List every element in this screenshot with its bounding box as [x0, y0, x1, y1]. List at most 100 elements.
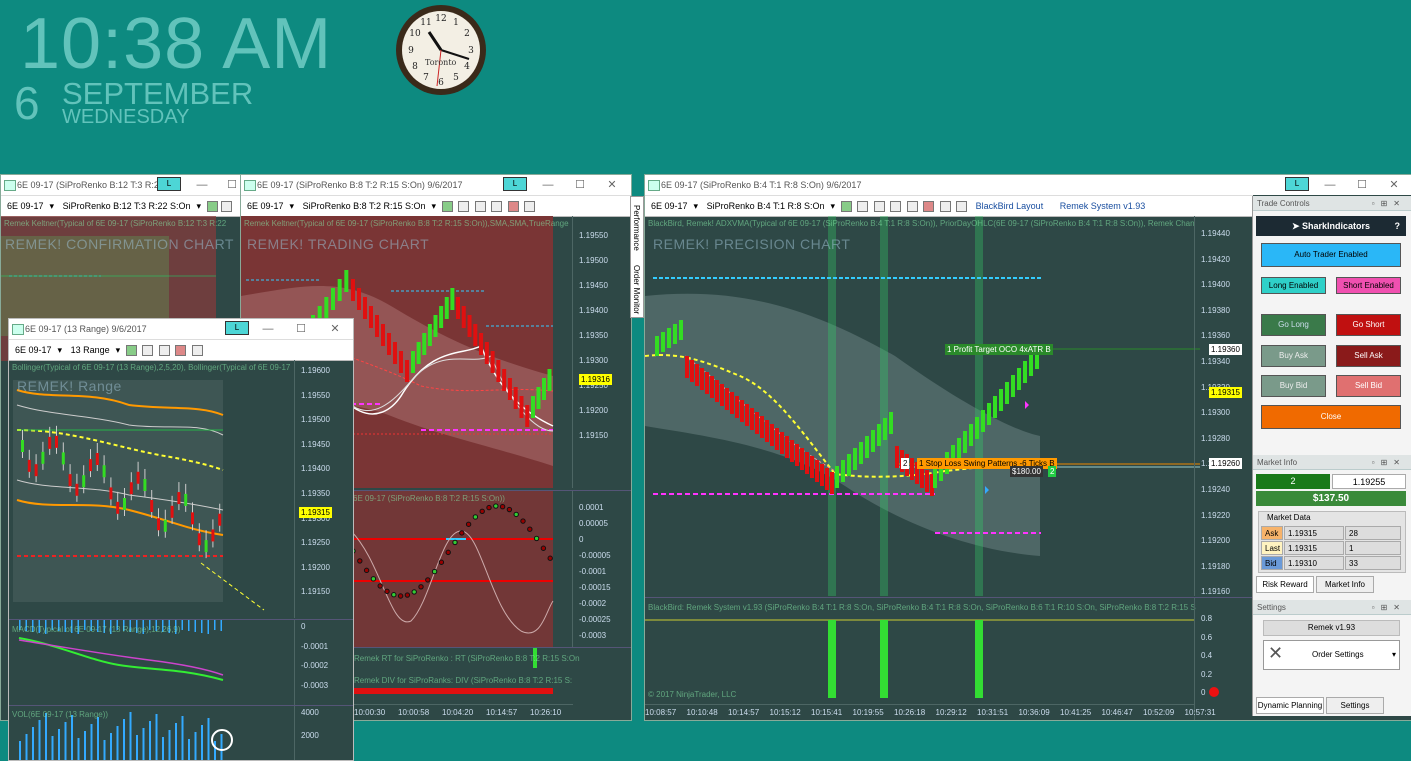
- layout-icon[interactable]: [956, 201, 968, 213]
- close-position-button[interactable]: Close: [1261, 405, 1401, 429]
- candle: [177, 492, 181, 505]
- zoom-icon[interactable]: [890, 201, 902, 213]
- title-bar[interactable]: 6E 09-17 (13 Range) 9/6/2017 L — ☐ ✕: [9, 319, 353, 339]
- bartype-selector[interactable]: SiProRenko B:8 T:2 R:15 S:On: [303, 201, 426, 211]
- properties-icon[interactable]: [191, 345, 203, 357]
- buy-ask-button[interactable]: Buy Ask: [1261, 345, 1326, 367]
- properties-icon[interactable]: [939, 201, 951, 213]
- data-box-icon[interactable]: [906, 201, 918, 213]
- candle: [933, 466, 937, 488]
- axis-tick-label: 1.19550: [579, 231, 608, 240]
- volume-pane[interactable]: VOL(6E 09-17 (13 Range)) 4000 2000: [9, 705, 353, 760]
- price-axis[interactable]: 1.19600 1.19550 1.19500 1.19450 1.19400 1.193…: [294, 360, 353, 618]
- price-axis[interactable]: 1.19440 1.19420 1.19400 1.19380 1.19360 1.193…: [1194, 216, 1253, 596]
- range-price-pane[interactable]: Bollinger(Typical of 6E 09-17 (13 Range)…: [9, 360, 353, 618]
- macd-axis[interactable]: 0 -0.0001 -0.0002 -0.0003: [294, 620, 353, 705]
- tab-risk-reward[interactable]: Risk Reward: [1256, 576, 1314, 593]
- draw-tool-icon[interactable]: [220, 201, 232, 213]
- osc-dot: [486, 504, 492, 511]
- crosshair-icon[interactable]: [873, 201, 885, 213]
- help-icon[interactable]: ?: [1395, 216, 1401, 236]
- maximize-icon[interactable]: ☐: [286, 319, 316, 339]
- minimize-icon[interactable]: —: [253, 319, 283, 339]
- zoom-icon[interactable]: [158, 345, 170, 357]
- order-settings-dropdown[interactable]: ✕ Order Settings ▾: [1263, 640, 1400, 670]
- candle: [507, 378, 512, 400]
- buy-bid-button[interactable]: Buy Bid: [1261, 375, 1326, 397]
- volume-axis[interactable]: 4000 2000: [294, 706, 353, 760]
- bars-type-icon[interactable]: [840, 201, 852, 213]
- chart-trader-icon[interactable]: [923, 201, 935, 213]
- time-axis[interactable]: 10:08:57 10:10:48 10:14:57 10:15:12 10:15:41…: [645, 704, 1216, 720]
- crosshair-icon[interactable]: [474, 201, 486, 213]
- instrument-selector[interactable]: 6E 09-17: [651, 201, 688, 211]
- minimize-icon[interactable]: —: [533, 175, 563, 195]
- tab-dynamic-planning[interactable]: Dynamic Planning: [1256, 697, 1324, 714]
- bartype-selector[interactable]: SiProRenko B:4 T:1 R:8 S:On: [707, 201, 825, 211]
- chart-trader-icon[interactable]: [507, 201, 519, 213]
- macd-pane[interactable]: MACD(Typical of 6E 09-17 (13 Range),12,2…: [9, 619, 353, 705]
- remek-system-link[interactable]: Remek System v1.93: [1060, 201, 1146, 211]
- title-bar[interactable]: 6E 09-17 (SiProRenko B:8 T:2 R:15 S:On) …: [241, 175, 631, 195]
- bars-type-icon[interactable]: [125, 345, 137, 357]
- tab-performance[interactable]: Performance: [632, 205, 641, 251]
- bars-type-icon[interactable]: [441, 201, 453, 213]
- candle: [825, 468, 829, 490]
- close-icon[interactable]: ✕: [1379, 175, 1409, 195]
- minimize-icon[interactable]: —: [187, 175, 217, 195]
- close-icon[interactable]: ✕: [597, 175, 627, 195]
- bartype-selector[interactable]: 13 Range: [71, 345, 110, 355]
- maximize-icon[interactable]: ☐: [565, 175, 595, 195]
- chart-trader-icon[interactable]: [175, 345, 187, 357]
- chevron-down-icon[interactable]: ▾: [1392, 650, 1396, 659]
- range-chart-window[interactable]: 6E 09-17 (13 Range) 9/6/2017 L — ☐ ✕ 6E …: [8, 318, 354, 761]
- panel-controls-icon[interactable]: ▫⊞✕: [1372, 196, 1406, 211]
- link-tab[interactable]: L: [225, 321, 249, 335]
- system-pane[interactable]: BlackBird: Remek System v1.93 (SiProRenk…: [645, 597, 1253, 720]
- close-icon[interactable]: ✕: [320, 319, 350, 339]
- candle: [19, 741, 21, 760]
- link-tab[interactable]: L: [503, 177, 527, 191]
- short-enabled-button[interactable]: Short Enabled: [1336, 277, 1401, 294]
- tab-market-info[interactable]: Market Info: [1316, 576, 1374, 593]
- draw-tool-icon[interactable]: [142, 345, 154, 357]
- draw-tool-icon[interactable]: [458, 201, 470, 213]
- axis-tick-label: -0.0003: [301, 680, 329, 690]
- bartype-selector[interactable]: SiProRenko B:12 T:3 R:22 S:On: [63, 201, 191, 211]
- panel-controls-icon[interactable]: ▫⊞✕: [1372, 600, 1406, 615]
- maximize-icon[interactable]: ☐: [1347, 175, 1377, 195]
- version-label: Remek v1.93: [1263, 620, 1400, 636]
- precision-price-pane[interactable]: BlackBird, Remek! ADXVMA(Typical of 6E 0…: [645, 216, 1253, 596]
- panel-controls-icon[interactable]: ▫⊞✕: [1372, 455, 1406, 470]
- auto-trader-button[interactable]: Auto Trader Enabled: [1261, 243, 1401, 267]
- go-short-button[interactable]: Go Short: [1336, 314, 1401, 336]
- instrument-selector[interactable]: 6E 09-17: [15, 345, 52, 355]
- zoom-icon[interactable]: [491, 201, 503, 213]
- candle: [987, 403, 991, 425]
- candle: [136, 735, 138, 760]
- tab-settings[interactable]: Settings: [1326, 697, 1384, 714]
- instrument-selector[interactable]: 6E 09-17: [247, 201, 284, 211]
- system-axis[interactable]: 0.8 0.6 0.4 0.2 0: [1194, 598, 1253, 720]
- title-bar[interactable]: 6E 09-17 (SiProRenko B:4 T:1 R:8 S:On) 9…: [645, 175, 1411, 195]
- candle: [715, 380, 719, 402]
- blackbird-layout-link[interactable]: BlackBird Layout: [976, 201, 1044, 211]
- bars-type-icon[interactable]: [206, 201, 218, 213]
- minimize-icon[interactable]: —: [1315, 175, 1345, 195]
- sell-ask-button[interactable]: Sell Ask: [1336, 345, 1401, 367]
- instrument-selector[interactable]: 6E 09-17: [7, 201, 44, 211]
- profit-target-order[interactable]: 1 Profit Target OCO 4xATR B: [945, 344, 1053, 355]
- link-tab[interactable]: L: [1285, 177, 1309, 191]
- svg-text:2: 2: [464, 29, 470, 39]
- tab-order-monitor[interactable]: Order Monitor: [632, 265, 641, 314]
- price-axis[interactable]: 1.19550 1.19500 1.19450 1.19400 1.19350 1.193…: [572, 216, 631, 488]
- title-bar[interactable]: 6E 09-17 (SiProRenko B:12 T:3 R:22 L — ☐: [1, 175, 241, 195]
- link-tab[interactable]: L: [157, 177, 181, 191]
- properties-icon[interactable]: [524, 201, 536, 213]
- long-enabled-button[interactable]: Long Enabled: [1261, 277, 1326, 294]
- sell-bid-button[interactable]: Sell Bid: [1336, 375, 1401, 397]
- maximize-icon[interactable]: ☐: [217, 175, 241, 195]
- osc-axis[interactable]: 0.0001 0.00005 0 -0.00005 -0.0001 -0.00015 -0.…: [572, 491, 631, 647]
- go-long-button[interactable]: Go Long: [1261, 314, 1326, 336]
- draw-tool-icon[interactable]: [857, 201, 869, 213]
